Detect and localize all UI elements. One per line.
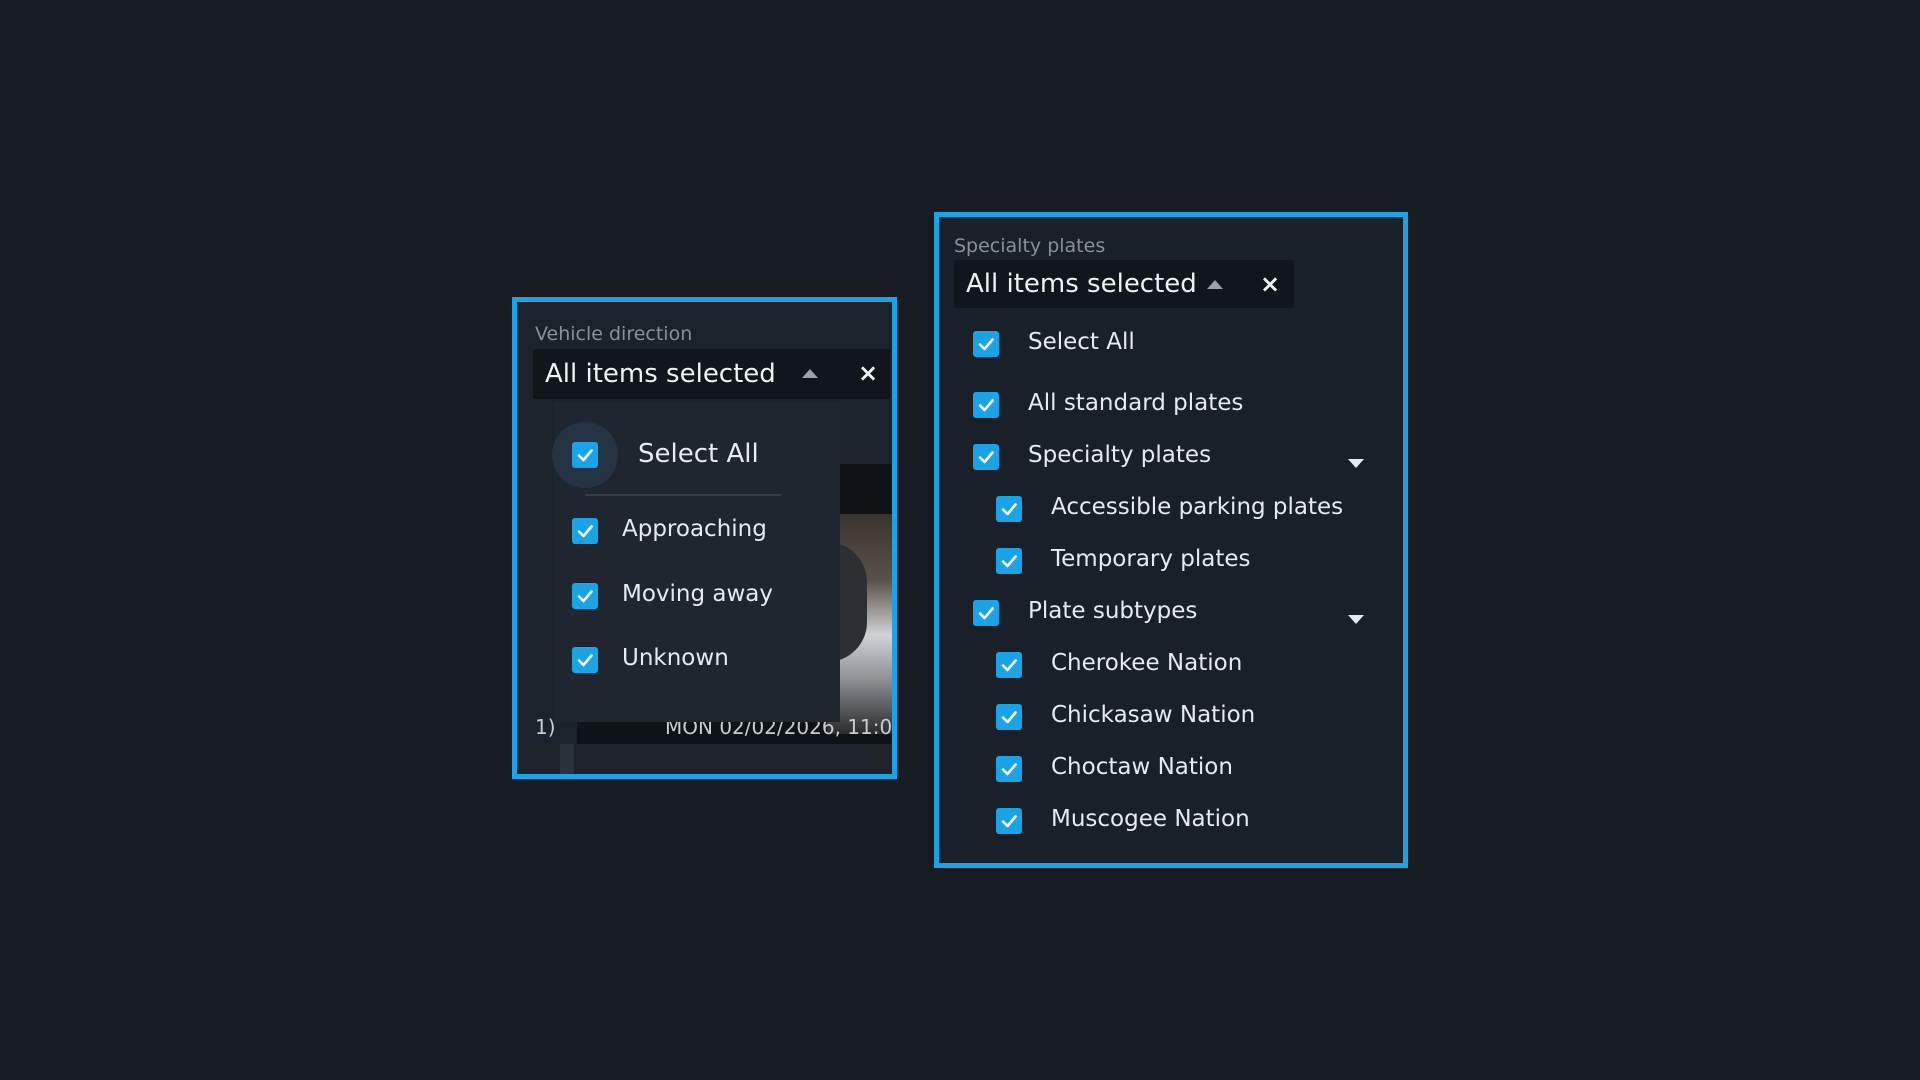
accessible-parking-plates-checkbox[interactable] <box>996 496 1022 522</box>
select-all-checkbox[interactable] <box>572 442 598 468</box>
all-standard-plates-checkbox[interactable] <box>973 392 999 418</box>
caret-up-icon[interactable] <box>1207 280 1223 289</box>
unknown-checkbox[interactable] <box>572 647 598 673</box>
checkmark-icon <box>1001 711 1017 724</box>
scrollbar-thumb[interactable] <box>560 744 574 774</box>
plate-subtypes-group-checkbox[interactable] <box>973 600 999 626</box>
approaching-checkbox[interactable] <box>572 518 598 544</box>
checkmark-icon <box>1001 659 1017 672</box>
moving-away-checkbox[interactable] <box>572 583 598 609</box>
select-all-checkbox[interactable] <box>973 331 999 357</box>
vehicle-direction-select[interactable]: All items selected × <box>533 349 890 399</box>
option-label-select-all: Select All <box>638 439 759 469</box>
video-bottom-bar <box>529 744 892 772</box>
temporary-plates-checkbox[interactable] <box>996 548 1022 574</box>
chickasaw-nation-checkbox[interactable] <box>996 704 1022 730</box>
choctaw-nation-checkbox[interactable] <box>996 756 1022 782</box>
chevron-down-icon[interactable] <box>1348 459 1364 468</box>
divider <box>585 494 781 496</box>
chevron-down-icon[interactable] <box>1348 615 1364 624</box>
option-label-chickasaw-nation: Chickasaw Nation <box>1051 702 1256 728</box>
option-label-specialty-plates: Specialty plates <box>1028 442 1212 468</box>
select-value: All items selected <box>966 269 1197 299</box>
field-label: Vehicle direction <box>535 323 693 345</box>
option-label-all-standard-plates: All standard plates <box>1028 390 1244 416</box>
checkmark-icon <box>577 590 593 603</box>
checkmark-icon <box>978 399 994 412</box>
vehicle-direction-panel: 1) MON 02/02/2026, 11:00:4 Vehicle direc… <box>512 297 897 779</box>
checkmark-icon <box>577 654 593 667</box>
checkmark-icon <box>577 449 593 462</box>
option-label-temporary-plates: Temporary plates <box>1051 546 1251 572</box>
checkmark-icon <box>1001 503 1017 516</box>
option-label-approaching: Approaching <box>622 516 767 542</box>
checkmark-icon <box>1001 555 1017 568</box>
checkmark-icon <box>577 525 593 538</box>
caret-up-icon[interactable] <box>802 369 818 378</box>
option-label-choctaw-nation: Choctaw Nation <box>1051 754 1233 780</box>
cherokee-nation-checkbox[interactable] <box>996 652 1022 678</box>
video-overlay-index: 1) <box>535 715 556 739</box>
option-label-moving-away: Moving away <box>622 581 774 607</box>
checkmark-icon <box>1001 815 1017 828</box>
checkmark-icon <box>978 338 994 351</box>
field-label: Specialty plates <box>954 235 1106 257</box>
option-label-select-all: Select All <box>1028 329 1135 355</box>
checkmark-icon <box>978 451 994 464</box>
checkmark-icon <box>978 607 994 620</box>
specialty-plates-select[interactable]: All items selected × <box>954 260 1294 308</box>
option-label-plate-subtypes: Plate subtypes <box>1028 598 1198 624</box>
option-label-muscogee-nation: Muscogee Nation <box>1051 806 1250 832</box>
clear-icon[interactable]: × <box>1260 272 1280 296</box>
specialty-plates-panel: Specialty plates All items selected × Se… <box>934 212 1408 868</box>
select-value: All items selected <box>545 359 776 389</box>
checkmark-icon <box>1001 763 1017 776</box>
clear-icon[interactable]: × <box>858 361 878 385</box>
option-label-accessible-parking-plates: Accessible parking plates <box>1051 494 1344 520</box>
muscogee-nation-checkbox[interactable] <box>996 808 1022 834</box>
option-label-cherokee-nation: Cherokee Nation <box>1051 650 1243 676</box>
option-label-unknown: Unknown <box>622 645 729 671</box>
specialty-plates-group-checkbox[interactable] <box>973 444 999 470</box>
